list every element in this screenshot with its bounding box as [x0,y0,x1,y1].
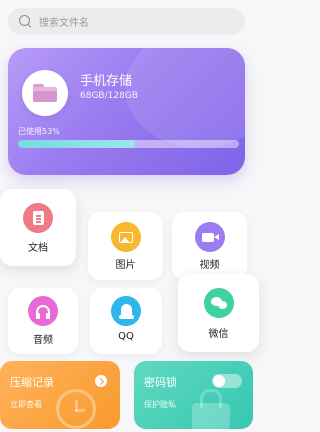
chevron-right-icon[interactable] [95,375,107,387]
password-lock-title: 密码锁 [144,376,177,389]
wechat-icon [203,288,234,318]
phone-storage-card[interactable]: 手机存储 68GB/128GB 已使用53% [8,48,245,175]
category-label: 文档 [28,243,48,254]
category-videos[interactable]: 视频 [172,212,247,280]
storage-used-label: 已使用53% [18,127,60,136]
category-label: 微信 [208,329,229,340]
category-label: QQ [118,331,134,342]
zip-records-card[interactable]: 压缩记录 立即查看 [0,361,120,429]
card-glow-decoration [125,48,245,148]
zip-records-title: 压缩记录 [10,376,54,389]
qq-icon [111,296,141,326]
category-qq[interactable]: QQ [90,288,162,354]
password-lock-toggle[interactable] [212,374,242,388]
image-icon [110,222,141,252]
category-label: 图片 [115,260,136,271]
folder-icon [22,70,68,116]
storage-progress-fill [18,140,136,148]
storage-progress-bar [18,140,239,148]
category-images[interactable]: 图片 [88,212,163,280]
storage-title: 手机存储 [80,74,133,89]
password-lock-card[interactable]: 密码锁 保护隐私 [134,361,253,429]
category-documents[interactable]: 文档 [0,189,76,266]
category-label: 音频 [33,335,53,346]
toggle-knob [213,375,225,387]
password-lock-subtitle: 保护隐私 [144,400,176,409]
document-icon [23,203,53,233]
clock-icon [56,389,96,429]
search-placeholder: 搜索文件名 [39,18,89,29]
headphones-icon [28,296,58,326]
search-icon [19,15,32,28]
category-audio[interactable]: 音频 [8,288,78,354]
lock-icon [192,389,230,429]
storage-capacity: 68GB/128GB [80,91,138,101]
zip-records-subtitle: 立即查看 [10,400,42,409]
video-icon [194,222,225,252]
category-label: 视频 [199,260,220,271]
search-bar[interactable]: 搜索文件名 [8,8,245,35]
category-wechat[interactable]: 微信 [178,274,259,352]
